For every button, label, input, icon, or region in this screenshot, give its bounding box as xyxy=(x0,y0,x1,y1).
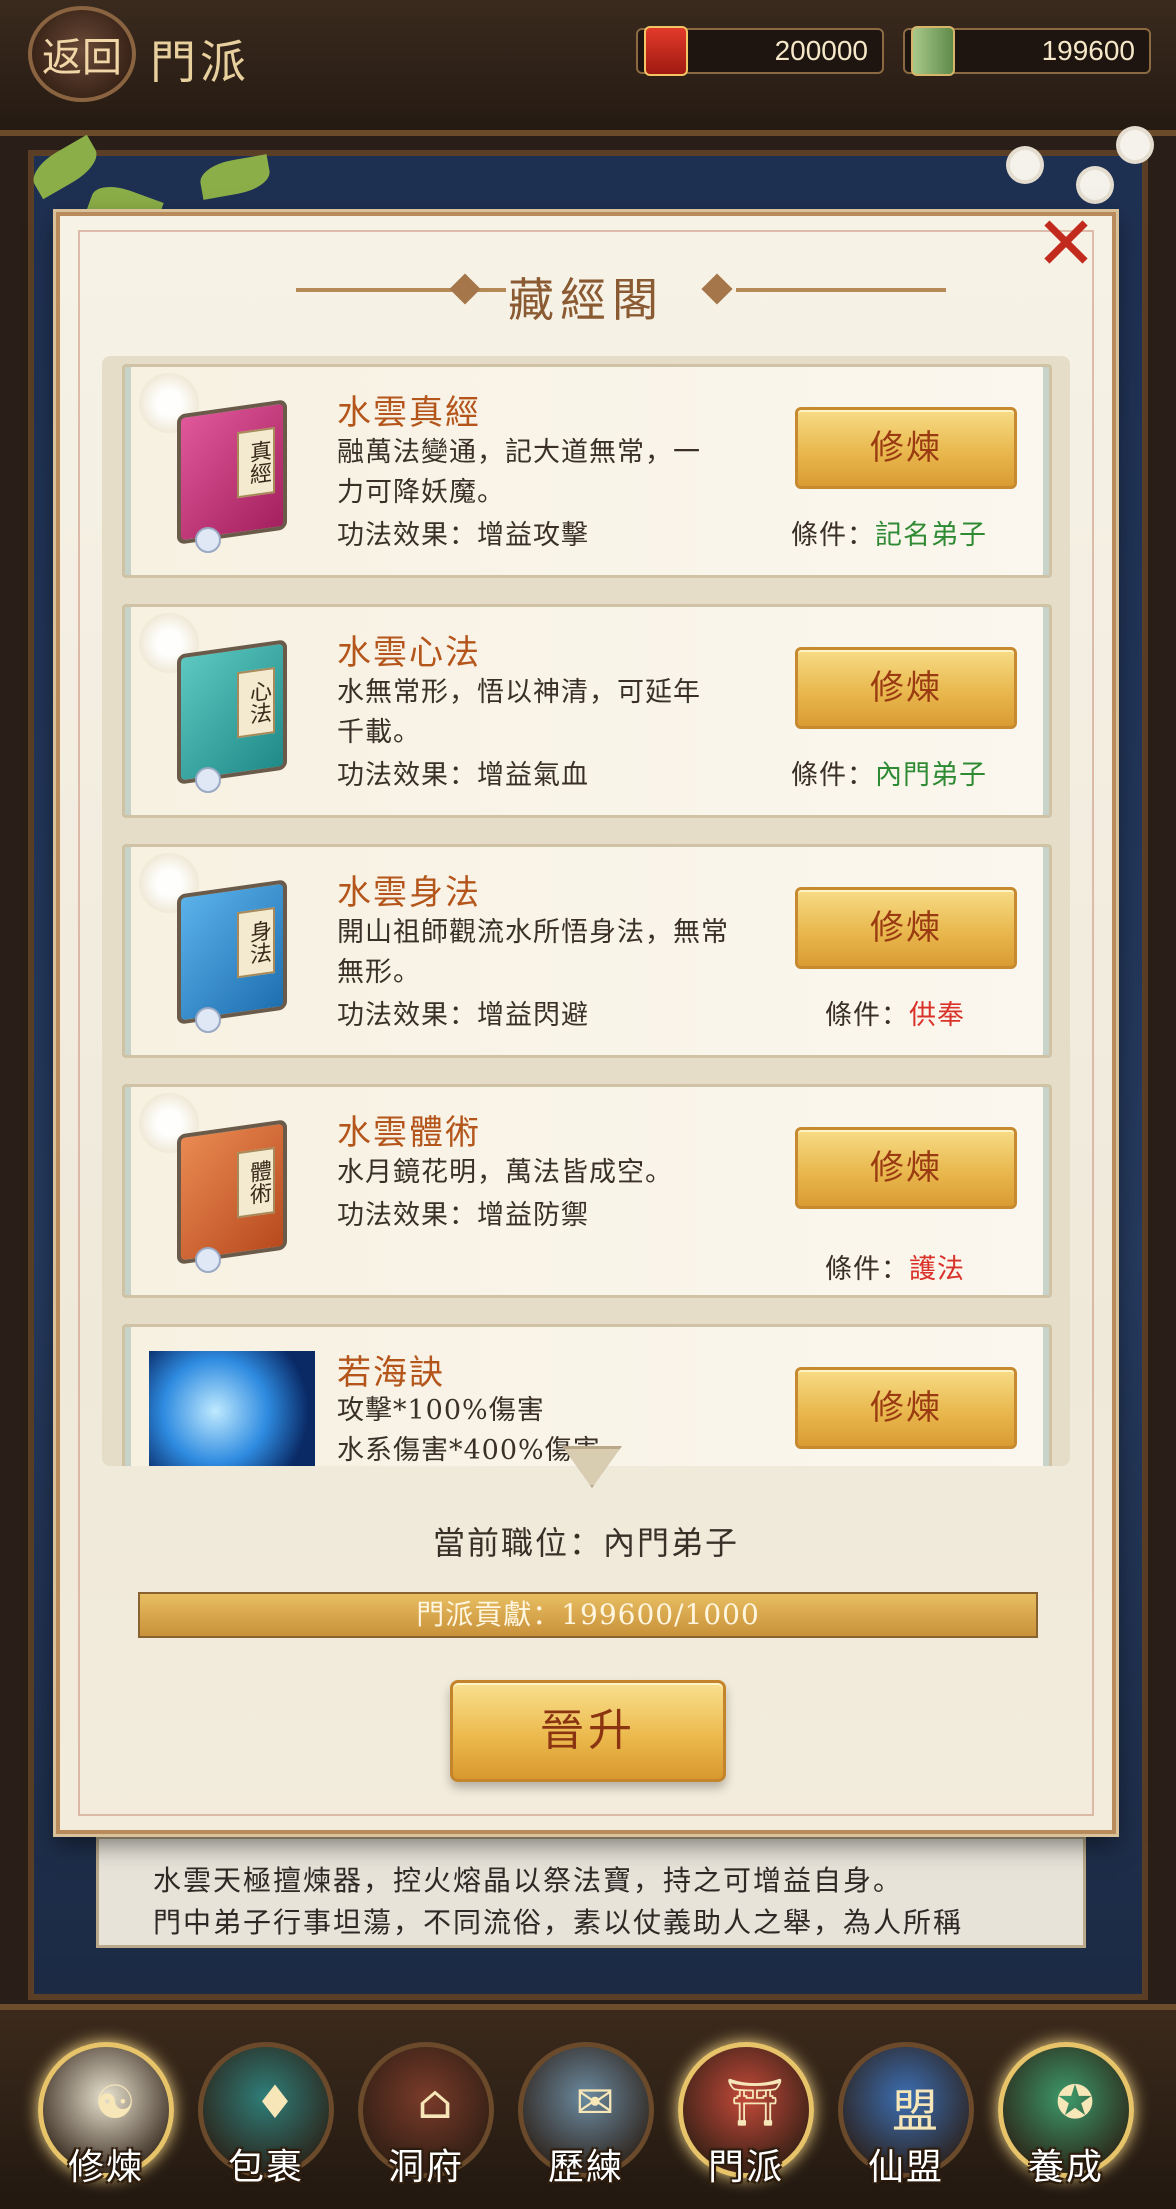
practice-button[interactable]: 修煉 xyxy=(795,1367,1017,1449)
nav-label: 養成 xyxy=(1027,2147,1104,2188)
current-rank: 當前職位：內門弟子 xyxy=(60,1518,1112,1564)
scripture-item: 真經 水雲真經 融萬法變通，記大道無常，一力可降妖魔。 功法效果：增益攻擊 修煉… xyxy=(122,364,1052,578)
nav-item-cave-house[interactable]: ⌂ 洞府 xyxy=(354,2042,498,2192)
scripture-effect: 功法效果：增益防禦 xyxy=(337,1200,589,1231)
nav-label: 洞府 xyxy=(387,2147,464,2188)
close-icon[interactable]: ✕ xyxy=(1030,207,1102,281)
tassel-icon xyxy=(195,527,221,553)
practice-button[interactable]: 修煉 xyxy=(795,1127,1017,1209)
tassel-icon xyxy=(195,767,221,793)
blossom-decoration xyxy=(1010,150,1040,180)
nav-item-cultivate[interactable]: ☯ 修煉 xyxy=(34,2042,178,2192)
requirement-label: 條件： xyxy=(825,1254,909,1285)
nav-glyph: 盟 xyxy=(892,2084,938,2138)
requirement: 條件：護法 xyxy=(825,1247,965,1286)
nav-glyph: ⛩ xyxy=(725,2075,785,2129)
nav-glyph: ♦ xyxy=(254,2075,296,2129)
scripture-description: 融萬法變通，記大道無常，一力可降妖魔。 xyxy=(337,437,701,508)
scripture-item: 心法 水雲心法 水無常形，悟以神清，可延年千載。 功法效果：增益氣血 修煉 條件… xyxy=(122,604,1052,818)
scroll-icon xyxy=(911,26,955,76)
scripture-effect: 功法效果：增益攻擊 xyxy=(337,520,589,551)
scripture-effect: 功法效果：增益閃避 xyxy=(337,1000,589,1031)
requirement: 條件：內門弟子 xyxy=(791,753,987,792)
resource-scroll-value: 199600 xyxy=(1041,35,1135,66)
requirement: 條件：供奉 xyxy=(825,993,965,1032)
contribution-progress-bar: 門派貢獻：199600/1000 xyxy=(138,1592,1038,1638)
tassel-icon xyxy=(195,1247,221,1273)
book-icon: 體術 xyxy=(177,1119,287,1265)
scripture-description: 水無常形，悟以神清，可延年千載。 xyxy=(337,677,701,748)
requirement-label: 條件： xyxy=(791,760,875,791)
book-label: 真經 xyxy=(237,426,275,499)
book-icon: 身法 xyxy=(177,879,287,1025)
book-label: 體術 xyxy=(237,1146,275,1219)
resource-envelope-value: 200000 xyxy=(774,35,868,66)
nav-label: 仙盟 xyxy=(867,2147,944,2188)
scripture-item: 若海訣 攻擊*100%傷害 水系傷害*400%傷害 修煉 xyxy=(122,1324,1052,1466)
practice-button[interactable]: 修煉 xyxy=(795,887,1017,969)
requirement-value: 內門弟子 xyxy=(875,760,987,791)
requirement-value: 供奉 xyxy=(909,1000,965,1031)
water-wave-skill-icon xyxy=(149,1351,315,1466)
nav-item-alliance[interactable]: 盟 仙盟 xyxy=(834,2042,978,2192)
nav-label: 歷練 xyxy=(547,2147,624,2188)
requirement-value: 護法 xyxy=(909,1254,965,1285)
back-button[interactable]: 返回 xyxy=(28,6,136,102)
nav-item-training[interactable]: ✉ 歷練 xyxy=(514,2042,658,2192)
nav-glyph: ✪ xyxy=(1055,2075,1095,2129)
red-envelope-icon xyxy=(644,26,688,76)
nav-glyph: ✉ xyxy=(575,2075,615,2129)
scripture-item: 體術 水雲體術 水月鏡花明，萬法皆成空。 功法效果：增益防禦 修煉 條件：護法 xyxy=(122,1084,1052,1298)
requirement-label: 條件： xyxy=(825,1000,909,1031)
blossom-decoration xyxy=(1120,130,1150,160)
scripture-name: 若海訣 xyxy=(337,1353,445,1393)
scripture-name: 水雲真經 xyxy=(337,393,481,433)
scripture-pavilion-panel: 藏經閣 ✕ 真經 水雲真經 融萬法變通，記大道無常，一力可降妖魔。 功法效果：增… xyxy=(56,207,1116,1834)
blossom-decoration xyxy=(1080,170,1110,200)
nav-label: 包裹 xyxy=(227,2147,304,2188)
top-bar: 返回 門派 200000 199600 xyxy=(0,0,1176,136)
sect-info-line: 水雲天極擅煉器，控火熔晶以祭法寶，持之可增益自身。 xyxy=(153,1864,904,1897)
scripture-name: 水雲體術 xyxy=(337,1113,481,1153)
scripture-description: 開山祖師觀流水所悟身法，無常無形。 xyxy=(337,917,729,988)
promote-button[interactable]: 晉升 xyxy=(450,1680,726,1782)
nav-item-nurture[interactable]: ✪ 養成 xyxy=(994,2042,1138,2192)
current-rank-value: 內門弟子 xyxy=(603,1524,740,1562)
tassel-icon xyxy=(195,1007,221,1033)
bottom-nav: ☯ 修煉 ♦ 包裹 ⌂ 洞府 ✉ 歷練 ⛩ 門派 盟 仙盟 ✪ 養成 xyxy=(0,2004,1176,2209)
practice-button[interactable]: 修煉 xyxy=(795,647,1017,729)
resource-scroll: 199600 xyxy=(903,26,1151,76)
nav-item-sect[interactable]: ⛩ 門派 xyxy=(674,2042,818,2192)
book-icon: 心法 xyxy=(177,639,287,785)
current-rank-label: 當前職位： xyxy=(432,1524,603,1562)
sect-info-line: 門中弟子行事坦蕩，不同流俗，素以仗義助人之舉，為人所稱 xyxy=(153,1906,964,1939)
page-title: 門派 xyxy=(150,35,250,89)
practice-button[interactable]: 修煉 xyxy=(795,407,1017,489)
sect-info-card: 水雲天極擅煉器，控火熔晶以祭法寶，持之可增益自身。 門中弟子行事坦蕩，不同流俗，… xyxy=(96,1836,1086,1948)
skill-damage-line: 水系傷害*400%傷害 xyxy=(337,1435,601,1466)
scripture-name: 水雲心法 xyxy=(337,633,481,673)
nav-item-bag[interactable]: ♦ 包裹 xyxy=(194,2042,338,2192)
panel-title: 藏經閣 xyxy=(508,273,664,327)
contribution-text: 門派貢獻：199600/1000 xyxy=(416,1598,760,1631)
scripture-name: 水雲身法 xyxy=(337,873,481,913)
scripture-effect: 功法效果：增益氣血 xyxy=(337,760,589,791)
nav-glyph: ⌂ xyxy=(417,2075,453,2129)
requirement-label: 條件： xyxy=(791,520,875,551)
nav-glyph: ☯ xyxy=(94,2075,136,2129)
nav-label: 門派 xyxy=(707,2147,784,2188)
scripture-description: 水月鏡花明，萬法皆成空。 xyxy=(337,1157,673,1188)
scripture-item: 身法 水雲身法 開山祖師觀流水所悟身法，無常無形。 功法效果：增益閃避 修煉 條… xyxy=(122,844,1052,1058)
book-icon: 真經 xyxy=(177,399,287,545)
book-label: 身法 xyxy=(237,906,275,979)
requirement-value: 記名弟子 xyxy=(875,520,987,551)
book-label: 心法 xyxy=(237,666,275,739)
requirement: 條件：記名弟子 xyxy=(791,513,987,552)
skill-damage-line: 攻擊*100%傷害 xyxy=(337,1395,545,1426)
nav-label: 修煉 xyxy=(67,2147,144,2188)
resource-envelope: 200000 xyxy=(636,26,884,76)
scripture-list[interactable]: 真經 水雲真經 融萬法變通，記大道無常，一力可降妖魔。 功法效果：增益攻擊 修煉… xyxy=(102,356,1070,1466)
scroll-down-arrow[interactable] xyxy=(562,1446,622,1488)
